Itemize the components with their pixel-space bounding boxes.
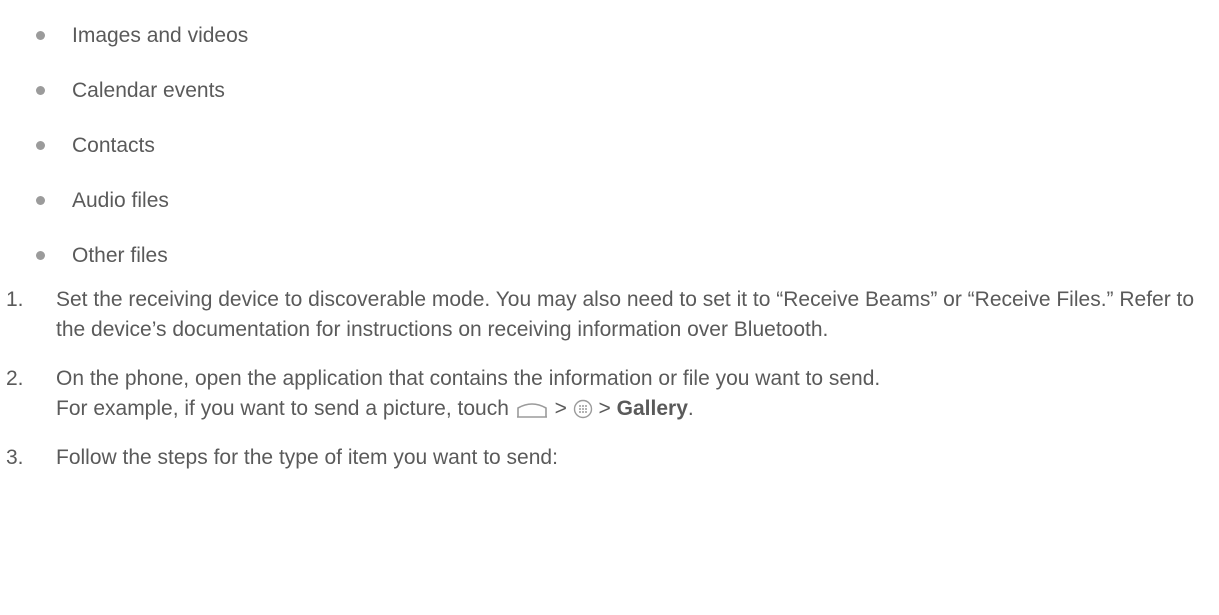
step-2: 2. On the phone, open the application th… <box>6 364 1206 424</box>
step-number: 2. <box>6 367 24 390</box>
bullet-icon <box>36 86 45 95</box>
home-icon <box>515 399 549 419</box>
list-item-text: Contacts <box>72 133 155 157</box>
list-item: Images and videos <box>36 8 1196 63</box>
bullet-icon <box>36 196 45 205</box>
separator: > <box>598 397 611 420</box>
separator: > <box>554 397 567 420</box>
step-text-line2: For example, if you want to send a pictu… <box>56 397 509 420</box>
list-item-text: Images and videos <box>72 23 249 47</box>
list-item: Contacts <box>36 118 1196 173</box>
bullet-icon <box>36 251 45 260</box>
gallery-label: Gallery <box>616 397 688 420</box>
numbered-steps: 1. Set the receiving device to discovera… <box>6 285 1206 492</box>
step-text-line1: On the phone, open the application that … <box>56 367 881 390</box>
step-text: Set the receiving device to discoverable… <box>56 288 1195 341</box>
step-1: 1. Set the receiving device to discovera… <box>6 285 1206 345</box>
content-type-list: Images and videos Calendar events Contac… <box>36 8 1196 283</box>
step-text: Follow the steps for the type of item yo… <box>56 446 558 469</box>
list-item: Audio files <box>36 173 1196 228</box>
step-3: 3. Follow the steps for the type of item… <box>6 443 1206 473</box>
step-text: On the phone, open the application that … <box>56 364 1206 424</box>
apps-icon <box>573 399 593 419</box>
bullet-icon <box>36 141 45 150</box>
bullet-icon <box>36 31 45 40</box>
list-item-text: Other files <box>72 243 168 267</box>
step-number: 3. <box>6 446 24 469</box>
list-item-text: Calendar events <box>72 78 225 102</box>
list-item: Calendar events <box>36 63 1196 118</box>
list-item-text: Audio files <box>72 188 169 212</box>
sentence-end: . <box>687 397 694 420</box>
step-number: 1. <box>6 288 24 311</box>
list-item: Other files <box>36 228 1196 283</box>
